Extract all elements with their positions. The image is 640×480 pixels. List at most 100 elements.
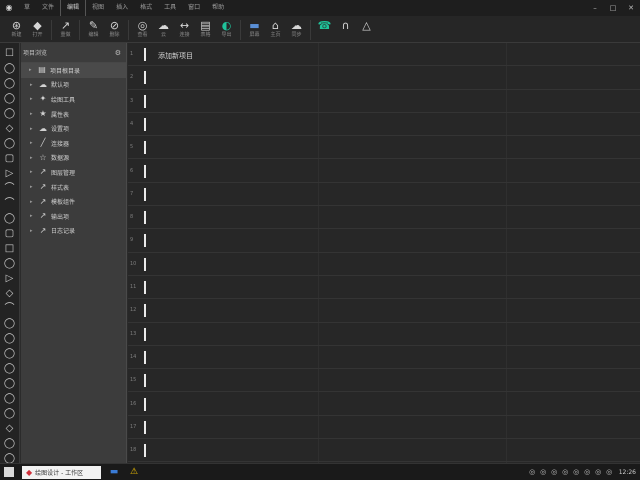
grid-row[interactable]: 16 bbox=[128, 393, 640, 416]
row-marker[interactable] bbox=[144, 350, 146, 364]
grid-row[interactable]: 18 bbox=[128, 439, 640, 463]
tray-status-icon[interactable]: ◎ bbox=[549, 468, 560, 476]
rail-tool-icon[interactable]: ▢ bbox=[3, 152, 16, 165]
row-marker[interactable] bbox=[144, 374, 146, 388]
expand-chevron-icon[interactable]: ▸ bbox=[29, 67, 37, 73]
row-marker[interactable] bbox=[144, 71, 146, 85]
expand-chevron-icon[interactable]: ▸ bbox=[30, 82, 38, 88]
rail-tool-icon[interactable]: ◯ bbox=[3, 377, 16, 390]
home-button[interactable]: ⌂ 主页 bbox=[265, 16, 286, 43]
grid-row[interactable]: 13 bbox=[128, 323, 640, 346]
rail-tool-icon[interactable]: ⌒ bbox=[3, 182, 16, 195]
expand-chevron-icon[interactable]: ▸ bbox=[30, 184, 38, 190]
tree-item[interactable]: ▸ ↗ 输出项 bbox=[21, 209, 126, 224]
expand-chevron-icon[interactable]: ▸ bbox=[30, 96, 38, 102]
grid-row[interactable]: 14 bbox=[128, 346, 640, 370]
grid-row[interactable]: 9 bbox=[128, 229, 640, 253]
row-marker[interactable] bbox=[144, 327, 146, 341]
menu-item[interactable]: 草 bbox=[18, 0, 36, 16]
grid-row[interactable]: 12 bbox=[128, 299, 640, 323]
tray-status-icon[interactable]: ◎ bbox=[582, 468, 593, 476]
rail-tool-icon[interactable]: ◯ bbox=[3, 362, 16, 375]
tray-status-icon[interactable]: ◎ bbox=[593, 468, 604, 476]
menu-item[interactable]: 窗口 bbox=[182, 0, 206, 16]
rail-tool-icon[interactable]: ◇ bbox=[3, 422, 16, 435]
rail-tool-icon[interactable]: ◯ bbox=[3, 212, 16, 225]
tree-item[interactable]: ▸ ↗ 日志记录 bbox=[21, 224, 126, 239]
delete-button[interactable]: ⊘ 删除 bbox=[104, 16, 125, 43]
tray-status-icon[interactable]: ◎ bbox=[560, 468, 571, 476]
expand-chevron-icon[interactable]: ▸ bbox=[30, 126, 38, 132]
menu-item[interactable]: 插入 bbox=[110, 0, 134, 16]
cloud-button[interactable]: ☁ 云 bbox=[153, 16, 174, 43]
grid-row[interactable]: 4 bbox=[128, 113, 640, 137]
rail-tool-icon[interactable]: ⌒ bbox=[3, 302, 16, 315]
rail-tool-icon[interactable]: ◯ bbox=[3, 392, 16, 405]
tree-item[interactable]: ▸ ↗ 模板组件 bbox=[21, 194, 126, 209]
rail-tool-icon[interactable]: ◯ bbox=[3, 77, 16, 90]
expand-chevron-icon[interactable]: ▸ bbox=[30, 140, 38, 146]
rail-tool-icon[interactable]: ◇ bbox=[3, 287, 16, 300]
grid-row[interactable]: 1 添加新项目 bbox=[128, 43, 640, 67]
tree-root-item[interactable]: ▸ ▤ 项目根目录 bbox=[21, 63, 126, 78]
rail-tool-icon[interactable]: ◯ bbox=[3, 347, 16, 360]
menu-item[interactable]: 格式 bbox=[134, 0, 158, 16]
grid-row[interactable]: 3 bbox=[128, 90, 640, 113]
tray-status-icon[interactable]: ◎ bbox=[571, 468, 582, 476]
row-marker[interactable] bbox=[144, 187, 146, 201]
tree-item[interactable]: ▸ ✦ 绘图工具 bbox=[21, 92, 126, 107]
row-marker[interactable] bbox=[144, 164, 146, 178]
menu-item[interactable]: 工具 bbox=[158, 0, 182, 16]
taskbar-app-button[interactable]: ◆ 绘图设计 - 工作区 bbox=[22, 465, 101, 479]
connect-button[interactable]: ↔ 连接 bbox=[174, 16, 195, 43]
tree-item[interactable]: ▸ ↗ 样式表 bbox=[21, 180, 126, 195]
tree-item[interactable]: ▸ ☁ 默认项 bbox=[21, 78, 126, 93]
tree-item[interactable]: ▸ ╱ 连接器 bbox=[21, 136, 126, 151]
row-marker[interactable] bbox=[144, 304, 146, 318]
expand-chevron-icon[interactable]: ▸ bbox=[30, 169, 38, 175]
menu-item[interactable]: 帮助 bbox=[206, 0, 230, 16]
tree-item[interactable]: ▸ ☆ 数据源 bbox=[21, 151, 126, 166]
menu-item[interactable]: 编辑 bbox=[60, 0, 87, 16]
rail-tool-icon[interactable]: ◯ bbox=[3, 107, 16, 120]
screen-button[interactable]: ▬ 屏幕 bbox=[244, 16, 265, 43]
tray-status-icon[interactable]: ◎ bbox=[538, 468, 549, 476]
grid-row[interactable]: 15 bbox=[128, 369, 640, 393]
tree-item[interactable]: ▸ ★ 属性表 bbox=[21, 107, 126, 122]
tray-status-icon[interactable]: ◎ bbox=[604, 468, 615, 476]
rail-tool-icon[interactable]: ☐ bbox=[3, 47, 16, 60]
screen-icon[interactable]: ▬ bbox=[107, 466, 121, 479]
rail-tool-icon[interactable]: □ bbox=[3, 242, 16, 255]
expand-chevron-icon[interactable]: ▸ bbox=[30, 213, 38, 219]
flask-button[interactable]: △ bbox=[356, 16, 377, 43]
phone-button[interactable]: ☎ bbox=[314, 16, 335, 43]
pen-button[interactable]: ✎ 编辑 bbox=[83, 16, 104, 43]
grid-row[interactable]: 7 bbox=[128, 183, 640, 207]
tray-status-icon[interactable]: ◎ bbox=[527, 468, 538, 476]
grid-row[interactable]: 5 bbox=[128, 136, 640, 160]
grid-row[interactable]: 17 bbox=[128, 416, 640, 440]
warning-icon[interactable]: ⚠ bbox=[127, 466, 141, 479]
row-marker[interactable] bbox=[144, 281, 146, 294]
grid-row[interactable]: 8 bbox=[128, 206, 640, 230]
new-button[interactable]: ⊛ 新建 bbox=[6, 16, 27, 43]
expand-chevron-icon[interactable]: ▸ bbox=[30, 155, 38, 161]
row-marker[interactable] bbox=[144, 257, 146, 271]
grid-row[interactable]: 11 bbox=[128, 276, 640, 300]
tree-item[interactable]: ▸ ☁ 设置项 bbox=[21, 121, 126, 136]
rail-tool-icon[interactable]: ◯ bbox=[3, 317, 16, 330]
minimize-button[interactable]: – bbox=[586, 0, 604, 16]
rail-tool-icon[interactable]: ◯ bbox=[3, 332, 16, 345]
menu-item[interactable]: 视图 bbox=[86, 0, 110, 16]
row-marker[interactable] bbox=[144, 234, 146, 248]
rail-tool-icon[interactable]: ◇ bbox=[3, 122, 16, 135]
rail-tool-icon[interactable]: ◯ bbox=[3, 92, 16, 105]
row-marker[interactable] bbox=[144, 211, 146, 225]
redo-button[interactable]: ↗ 重做 bbox=[55, 16, 76, 43]
rail-tool-icon[interactable]: ◯ bbox=[3, 62, 16, 75]
tree-item[interactable]: ▸ ↗ 图层管理 bbox=[21, 165, 126, 180]
row-marker[interactable] bbox=[144, 420, 146, 434]
row-marker[interactable] bbox=[144, 117, 146, 131]
row-marker[interactable] bbox=[144, 141, 146, 155]
export-button[interactable]: ◐ 导出 bbox=[216, 16, 237, 43]
